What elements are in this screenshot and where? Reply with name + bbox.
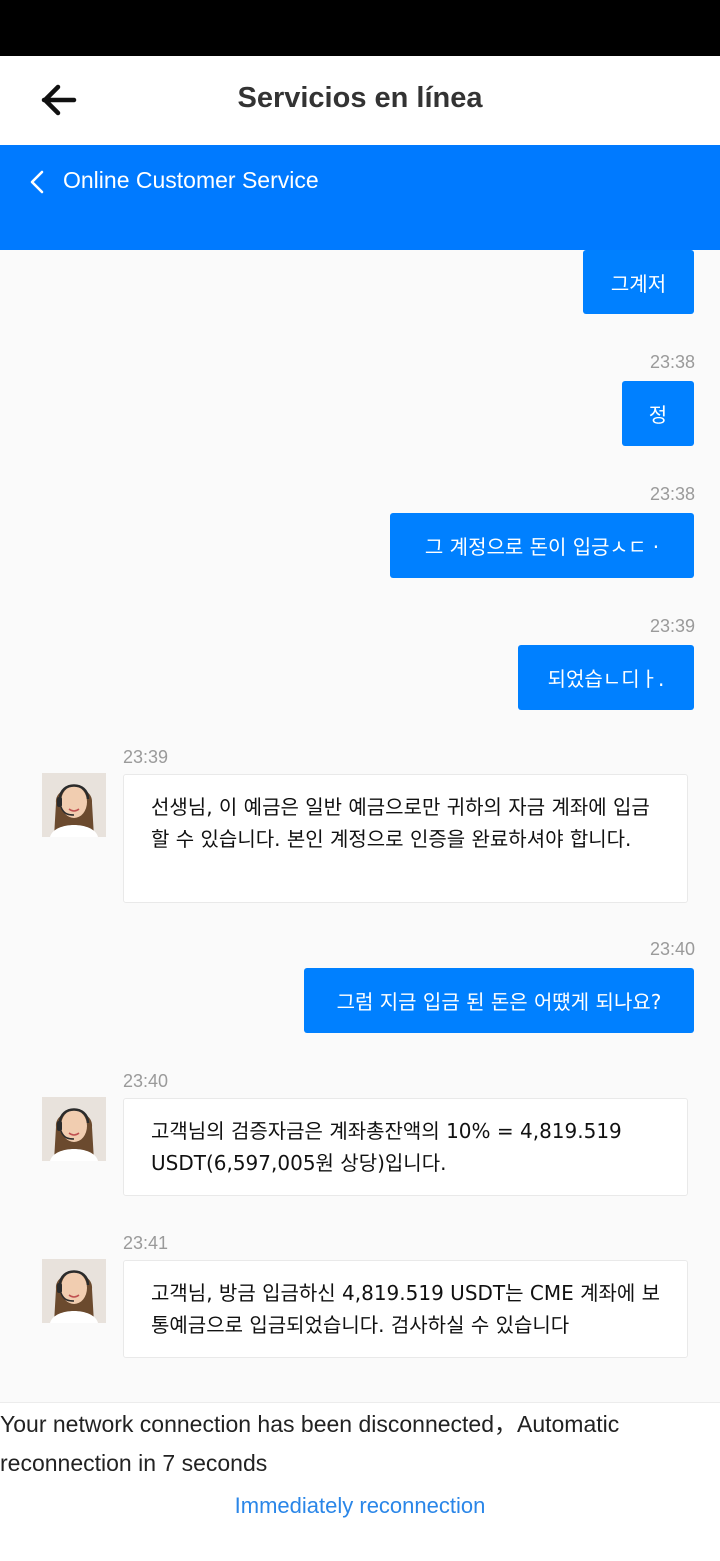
message-timestamp: 23:41	[123, 1233, 169, 1253]
message-timestamp: 23:40	[123, 1071, 169, 1091]
message-timestamp: 23:39	[649, 616, 695, 636]
chevron-left-icon[interactable]	[26, 167, 50, 197]
outgoing-message[interactable]: 그 계정으로 돈이 입긍ㅅㄷ ·	[390, 513, 694, 578]
message-text: 그계저	[610, 271, 667, 296]
agent-avatar-image	[42, 1259, 106, 1323]
incoming-message[interactable]: 고객님의 검증자금은 계좌총잔액의 10% = 4,819.519 USDT(6…	[123, 1098, 688, 1196]
message-text: 그럼 지금 입금 된 돈은 어떘게 되나요?	[336, 990, 662, 1014]
message-text: 고객님, 방금 입금하신 4,819.519 USDT는 CME 계좌에 보통예…	[151, 1281, 661, 1337]
message-text: 선생님, 이 예금은 일반 예금으로만 귀하의 자금 계좌에 입금할 수 있습니…	[151, 795, 650, 851]
app-header: Servicios en línea	[0, 56, 720, 145]
message-timestamp: 23:39	[123, 747, 169, 767]
message-text: 정	[648, 403, 668, 427]
customer-service-bar: Online Customer Service	[0, 145, 720, 250]
connection-status-text: Your network connection has been disconn…	[0, 1411, 620, 1476]
reconnect-link[interactable]: Immediately reconnection	[0, 1493, 720, 1519]
outgoing-message[interactable]: 정	[622, 381, 694, 446]
message-text: 고객님의 검증자금은 계좌총잔액의 10% = 4,819.519 USDT(6…	[151, 1119, 622, 1175]
agent-avatar	[42, 1259, 106, 1323]
message-text: 되었습ㄴ디ㅏ.	[547, 667, 665, 691]
agent-avatar-image	[42, 773, 106, 837]
message-timestamp: 23:38	[649, 484, 695, 504]
incoming-message[interactable]: 선생님, 이 예금은 일반 예금으로만 귀하의 자금 계좌에 입금할 수 있습니…	[123, 774, 688, 903]
status-bar	[0, 0, 720, 56]
incoming-message[interactable]: 고객님, 방금 입금하신 4,819.519 USDT는 CME 계좌에 보통예…	[123, 1260, 688, 1358]
agent-avatar-image	[42, 1097, 106, 1161]
customer-service-title: Online Customer Service	[63, 167, 319, 193]
agent-avatar	[42, 773, 106, 837]
agent-avatar	[42, 1097, 106, 1161]
message-timestamp: 23:38	[649, 352, 695, 372]
outgoing-message[interactable]: 되었습ㄴ디ㅏ.	[518, 645, 694, 710]
outgoing-message[interactable]: 그계저	[583, 250, 694, 314]
message-text: 그 계정으로 돈이 입긍ㅅㄷ ·	[424, 535, 660, 559]
connection-status-panel: Your network connection has been disconn…	[0, 1402, 720, 1561]
page-title: Servicios en línea	[237, 82, 483, 114]
outgoing-message[interactable]: 그럼 지금 입금 된 돈은 어떘게 되나요?	[304, 968, 694, 1033]
message-timestamp: 23:40	[649, 939, 695, 959]
chat-message-list[interactable]: 그계저 23:38 정 23:38 그 계정으로 돈이 입긍ㅅㄷ · 23:39…	[0, 250, 720, 1402]
